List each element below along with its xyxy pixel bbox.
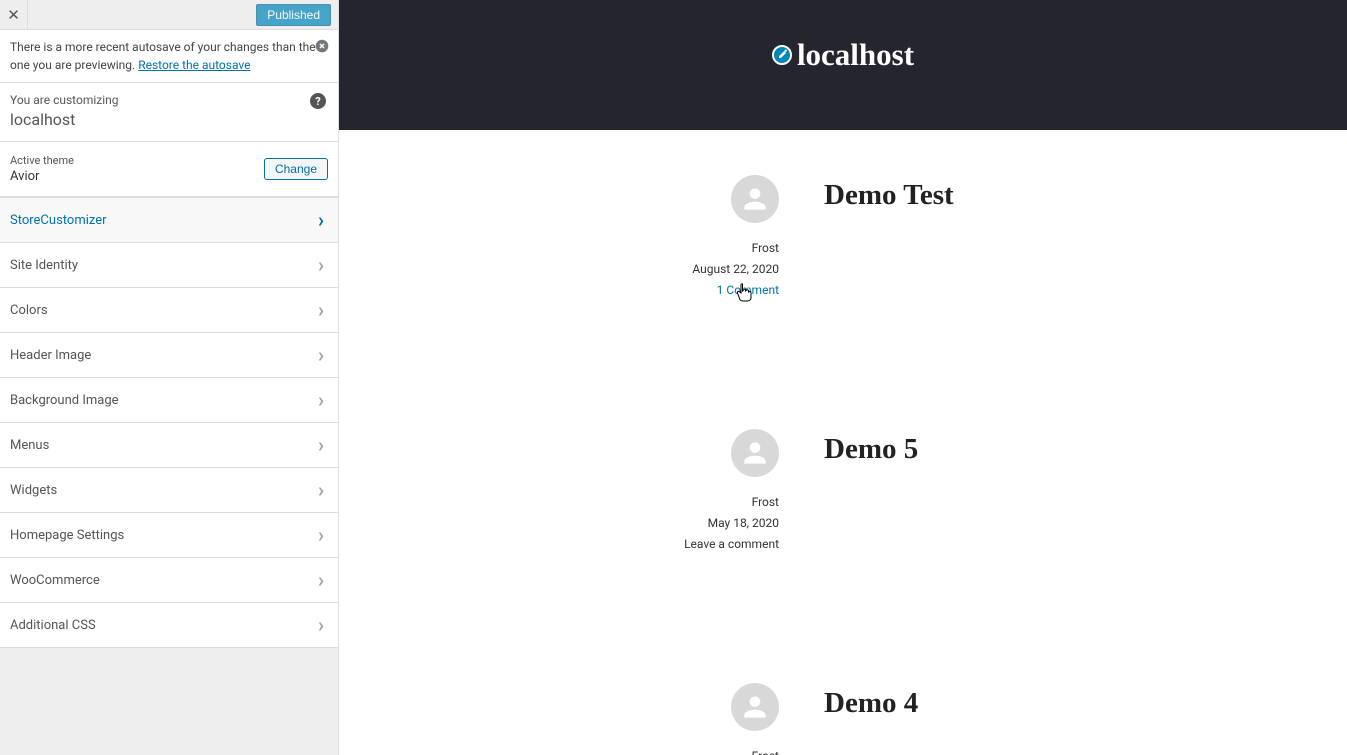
edit-pencil-icon[interactable] bbox=[772, 45, 792, 65]
menu-item-header-image[interactable]: Header Image › bbox=[0, 333, 338, 378]
menu-item-site-identity[interactable]: Site Identity › bbox=[0, 243, 338, 288]
restore-autosave-link[interactable]: Restore the autosave bbox=[138, 58, 250, 72]
menu-item-woocommerce[interactable]: WooCommerce › bbox=[0, 558, 338, 603]
site-title[interactable]: localhost bbox=[797, 37, 914, 73]
post-author[interactable]: Frost bbox=[752, 495, 779, 509]
chevron-right-icon: › bbox=[318, 208, 324, 232]
dismiss-notice-icon[interactable] bbox=[314, 38, 330, 54]
menu-item-label: Homepage Settings bbox=[10, 528, 124, 543]
customizing-label: You are customizing bbox=[10, 93, 324, 107]
menu-item-storecustomizer[interactable]: StoreCustomizer › bbox=[0, 198, 338, 243]
menu-item-label: StoreCustomizer bbox=[10, 213, 107, 228]
chevron-right-icon: › bbox=[318, 433, 324, 457]
active-theme-label: Active theme bbox=[10, 154, 74, 167]
menu-item-label: Menus bbox=[10, 438, 49, 453]
close-customizer-button[interactable]: ✕ bbox=[0, 0, 28, 30]
post-title[interactable]: Demo Test bbox=[824, 175, 1327, 212]
chevron-right-icon: › bbox=[318, 343, 324, 367]
menu-item-menus[interactable]: Menus › bbox=[0, 423, 338, 468]
chevron-right-icon: › bbox=[318, 253, 324, 277]
menu-item-label: Additional CSS bbox=[10, 618, 96, 633]
post: FrostMay 18, 2020Leave a comment Demo 4 bbox=[359, 683, 1327, 755]
posts-list: FrostAugust 22, 20201 CommentDemo TestFr… bbox=[339, 130, 1347, 755]
post-title[interactable]: Demo 5 bbox=[824, 429, 1327, 466]
site-preview: localhost FrostAugust 22, 20201 CommentD… bbox=[339, 0, 1347, 755]
change-theme-button[interactable]: Change bbox=[264, 158, 328, 180]
chevron-right-icon: › bbox=[318, 523, 324, 547]
menu-item-homepage-settings[interactable]: Homepage Settings › bbox=[0, 513, 338, 558]
customizing-info: You are customizing localhost ? bbox=[0, 83, 338, 142]
chevron-right-icon: › bbox=[318, 613, 324, 637]
author-avatar[interactable] bbox=[731, 175, 779, 223]
chevron-right-icon: › bbox=[318, 388, 324, 412]
menu-item-label: Header Image bbox=[10, 348, 91, 363]
publish-status-button[interactable]: Published bbox=[256, 4, 331, 26]
customizer-menu: StoreCustomizer›Site Identity›Colors›Hea… bbox=[0, 197, 338, 648]
menu-item-label: Widgets bbox=[10, 483, 57, 498]
post-author[interactable]: Frost bbox=[752, 749, 779, 755]
menu-item-widgets[interactable]: Widgets › bbox=[0, 468, 338, 513]
menu-item-background-image[interactable]: Background Image › bbox=[0, 378, 338, 423]
mouse-cursor-icon bbox=[735, 283, 753, 303]
post-author[interactable]: Frost bbox=[752, 241, 779, 255]
chevron-right-icon: › bbox=[318, 478, 324, 502]
menu-item-label: Site Identity bbox=[10, 258, 78, 273]
sidebar-top-bar: ✕ Published bbox=[0, 0, 338, 30]
site-header: localhost bbox=[339, 0, 1347, 130]
post-meta: FrostMay 18, 2020Leave a comment bbox=[359, 683, 779, 755]
menu-item-colors[interactable]: Colors › bbox=[0, 288, 338, 333]
autosave-notice: There is a more recent autosave of your … bbox=[0, 30, 338, 83]
menu-item-additional-css[interactable]: Additional CSS › bbox=[0, 603, 338, 648]
post: FrostAugust 22, 20201 CommentDemo Test bbox=[359, 175, 1327, 304]
menu-item-label: Background Image bbox=[10, 393, 119, 408]
post-meta: Frost May 18, 2020 Leave a comment bbox=[359, 429, 779, 558]
post-date[interactable]: May 18, 2020 bbox=[708, 516, 779, 530]
menu-item-label: WooCommerce bbox=[10, 573, 100, 588]
theme-info: Active theme Avior Change bbox=[0, 142, 338, 197]
post-date[interactable]: August 22, 2020 bbox=[692, 262, 779, 276]
author-avatar[interactable] bbox=[731, 429, 779, 477]
post-title[interactable]: Demo 4 bbox=[824, 683, 1327, 720]
customizing-site-name: localhost bbox=[10, 110, 324, 129]
post-comments-link[interactable]: Leave a comment bbox=[684, 537, 779, 551]
post: Frost May 18, 2020 Leave a comment Demo 5 bbox=[359, 429, 1327, 558]
customizer-sidebar: ✕ Published There is a more recent autos… bbox=[0, 0, 339, 755]
menu-item-label: Colors bbox=[10, 303, 48, 318]
post-meta: FrostAugust 22, 20201 Comment bbox=[359, 175, 779, 304]
active-theme-name: Avior bbox=[10, 169, 74, 184]
chevron-right-icon: › bbox=[318, 298, 324, 322]
help-icon[interactable]: ? bbox=[310, 93, 326, 109]
chevron-right-icon: › bbox=[318, 568, 324, 592]
author-avatar[interactable] bbox=[731, 683, 779, 731]
